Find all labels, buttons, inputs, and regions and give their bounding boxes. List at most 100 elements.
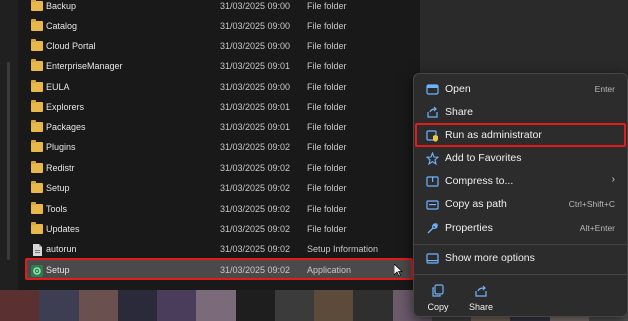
document-icon bbox=[31, 244, 43, 256]
file-type: File folder bbox=[307, 41, 347, 51]
file-row-cloud-portal[interactable]: Cloud Portal 31/03/2025 09:00 File folde… bbox=[26, 36, 416, 56]
file-name: Tools bbox=[46, 204, 68, 214]
folder-icon bbox=[31, 59, 43, 71]
file-name: Explorers bbox=[46, 102, 85, 112]
menu-item-label: Compress to... bbox=[445, 175, 514, 187]
menu-item-shortcut: Alt+Enter bbox=[579, 223, 615, 233]
path-icon bbox=[426, 198, 439, 211]
zip-icon bbox=[426, 175, 439, 188]
file-name: Catalog bbox=[46, 21, 78, 31]
file-row-plugins[interactable]: Plugins 31/03/2025 09:02 File folder bbox=[26, 137, 416, 157]
copy-button-label: Copy bbox=[427, 302, 449, 312]
file-name: Updates bbox=[46, 224, 80, 234]
file-date: 31/03/2025 09:00 bbox=[220, 21, 291, 31]
file-name: Redistr bbox=[46, 163, 75, 173]
file-row-setup-folder[interactable]: Setup 31/03/2025 09:02 File folder bbox=[26, 178, 416, 198]
menu-item-add-to-favorites[interactable]: Add to Favorites bbox=[418, 147, 623, 169]
file-date: 31/03/2025 09:01 bbox=[220, 122, 291, 132]
menu-separator bbox=[414, 244, 627, 245]
folder-icon bbox=[31, 140, 43, 152]
menu-item-label: Copy as path bbox=[445, 198, 507, 210]
menu-item-shortcut: Ctrl+Shift+C bbox=[568, 199, 615, 209]
file-row-explorers[interactable]: Explorers 31/03/2025 09:01 File folder bbox=[26, 97, 416, 117]
context-menu: Open Enter Share Run as administrator Ad… bbox=[413, 73, 628, 317]
file-row-tools[interactable]: Tools 31/03/2025 09:02 File folder bbox=[26, 199, 416, 219]
file-name: autorun bbox=[46, 244, 77, 254]
mouse-cursor-icon bbox=[394, 264, 403, 277]
file-row-redistr[interactable]: Redistr 31/03/2025 09:02 File folder bbox=[26, 158, 416, 178]
file-row-backup[interactable]: Backup 31/03/2025 09:00 File folder bbox=[26, 0, 416, 16]
menu-item-label: Add to Favorites bbox=[445, 152, 522, 164]
file-type: File folder bbox=[307, 61, 347, 71]
menu-item-label: Properties bbox=[445, 222, 493, 234]
file-type: File folder bbox=[307, 204, 347, 214]
menu-item-share[interactable]: Share bbox=[418, 101, 623, 123]
menu-item-label: Share bbox=[445, 106, 474, 118]
file-name: Plugins bbox=[46, 142, 76, 152]
file-date: 31/03/2025 09:02 bbox=[220, 183, 291, 193]
file-date: 31/03/2025 09:00 bbox=[220, 41, 291, 51]
file-type: File folder bbox=[307, 163, 347, 173]
file-type: File folder bbox=[307, 122, 347, 132]
menu-item-open[interactable]: Open Enter bbox=[418, 78, 623, 100]
folder-icon bbox=[31, 0, 43, 11]
file-type: File folder bbox=[307, 183, 347, 193]
folder-icon bbox=[31, 161, 43, 173]
file-date: 31/03/2025 09:01 bbox=[220, 61, 291, 71]
menu-separator bbox=[414, 274, 627, 275]
copy-button[interactable]: Copy bbox=[418, 278, 458, 316]
file-type: File folder bbox=[307, 82, 347, 92]
file-date: 31/03/2025 09:02 bbox=[220, 142, 291, 152]
file-row-updates[interactable]: Updates 31/03/2025 09:02 File folder bbox=[26, 219, 416, 239]
navigation-pane-scrollbar[interactable] bbox=[0, 0, 19, 290]
copy-icon bbox=[431, 284, 445, 298]
file-date: 31/03/2025 09:01 bbox=[220, 102, 291, 112]
chevron-right-icon: › bbox=[611, 174, 615, 185]
file-type: File folder bbox=[307, 21, 347, 31]
run-as-administrator-highlight bbox=[415, 123, 626, 147]
file-date: 31/03/2025 09:02 bbox=[220, 163, 291, 173]
file-date: 31/03/2025 09:02 bbox=[220, 204, 291, 214]
open-icon bbox=[426, 83, 439, 96]
folder-icon bbox=[31, 39, 43, 51]
file-name: Setup bbox=[46, 183, 70, 193]
wrench-icon bbox=[426, 222, 439, 235]
menu-item-label: Show more options bbox=[445, 252, 535, 264]
scrollbar-thumb[interactable] bbox=[7, 62, 10, 260]
file-type: File folder bbox=[307, 224, 347, 234]
menu-item-properties[interactable]: Properties Alt+Enter bbox=[418, 217, 623, 239]
file-date: 31/03/2025 09:02 bbox=[220, 224, 291, 234]
file-name: EnterpriseManager bbox=[46, 61, 123, 71]
folder-icon bbox=[31, 181, 43, 193]
menu-item-compress-to[interactable]: Compress to... › bbox=[418, 170, 623, 192]
folder-icon bbox=[31, 80, 43, 92]
folder-icon bbox=[31, 19, 43, 31]
file-row-eula[interactable]: EULA 31/03/2025 09:00 File folder bbox=[26, 77, 416, 97]
folder-icon bbox=[31, 202, 43, 214]
folder-icon bbox=[31, 100, 43, 112]
file-type: File folder bbox=[307, 102, 347, 112]
file-row-autorun[interactable]: autorun 31/03/2025 09:02 Setup Informati… bbox=[26, 239, 416, 259]
folder-icon bbox=[31, 222, 43, 234]
file-row-packages[interactable]: Packages 31/03/2025 09:01 File folder bbox=[26, 117, 416, 137]
menu-item-shortcut: Enter bbox=[594, 84, 615, 94]
share-button-label: Share bbox=[468, 302, 494, 312]
star-icon bbox=[425, 151, 440, 166]
menu-item-show-more-options[interactable]: Show more options bbox=[418, 247, 623, 269]
file-name: EULA bbox=[46, 82, 70, 92]
menu-item-copy-as-path[interactable]: Copy as path Ctrl+Shift+C bbox=[418, 193, 623, 215]
file-list: Backup 31/03/2025 09:00 File folder Cata… bbox=[18, 0, 420, 290]
file-date: 31/03/2025 09:00 bbox=[220, 82, 291, 92]
more-options-icon bbox=[426, 252, 439, 265]
share-icon bbox=[426, 106, 439, 119]
file-name: Backup bbox=[46, 1, 77, 11]
file-type: Setup Information bbox=[307, 244, 379, 254]
file-row-enterprisemanager[interactable]: EnterpriseManager 31/03/2025 09:01 File … bbox=[26, 56, 416, 76]
file-row-catalog[interactable]: Catalog 31/03/2025 09:00 File folder bbox=[26, 16, 416, 36]
folder-icon bbox=[31, 120, 43, 132]
file-type: File folder bbox=[307, 142, 347, 152]
menu-item-label: Open bbox=[445, 83, 471, 95]
file-date: 31/03/2025 09:02 bbox=[220, 244, 291, 254]
share-button[interactable]: Share bbox=[461, 278, 501, 316]
share-icon bbox=[474, 284, 488, 298]
